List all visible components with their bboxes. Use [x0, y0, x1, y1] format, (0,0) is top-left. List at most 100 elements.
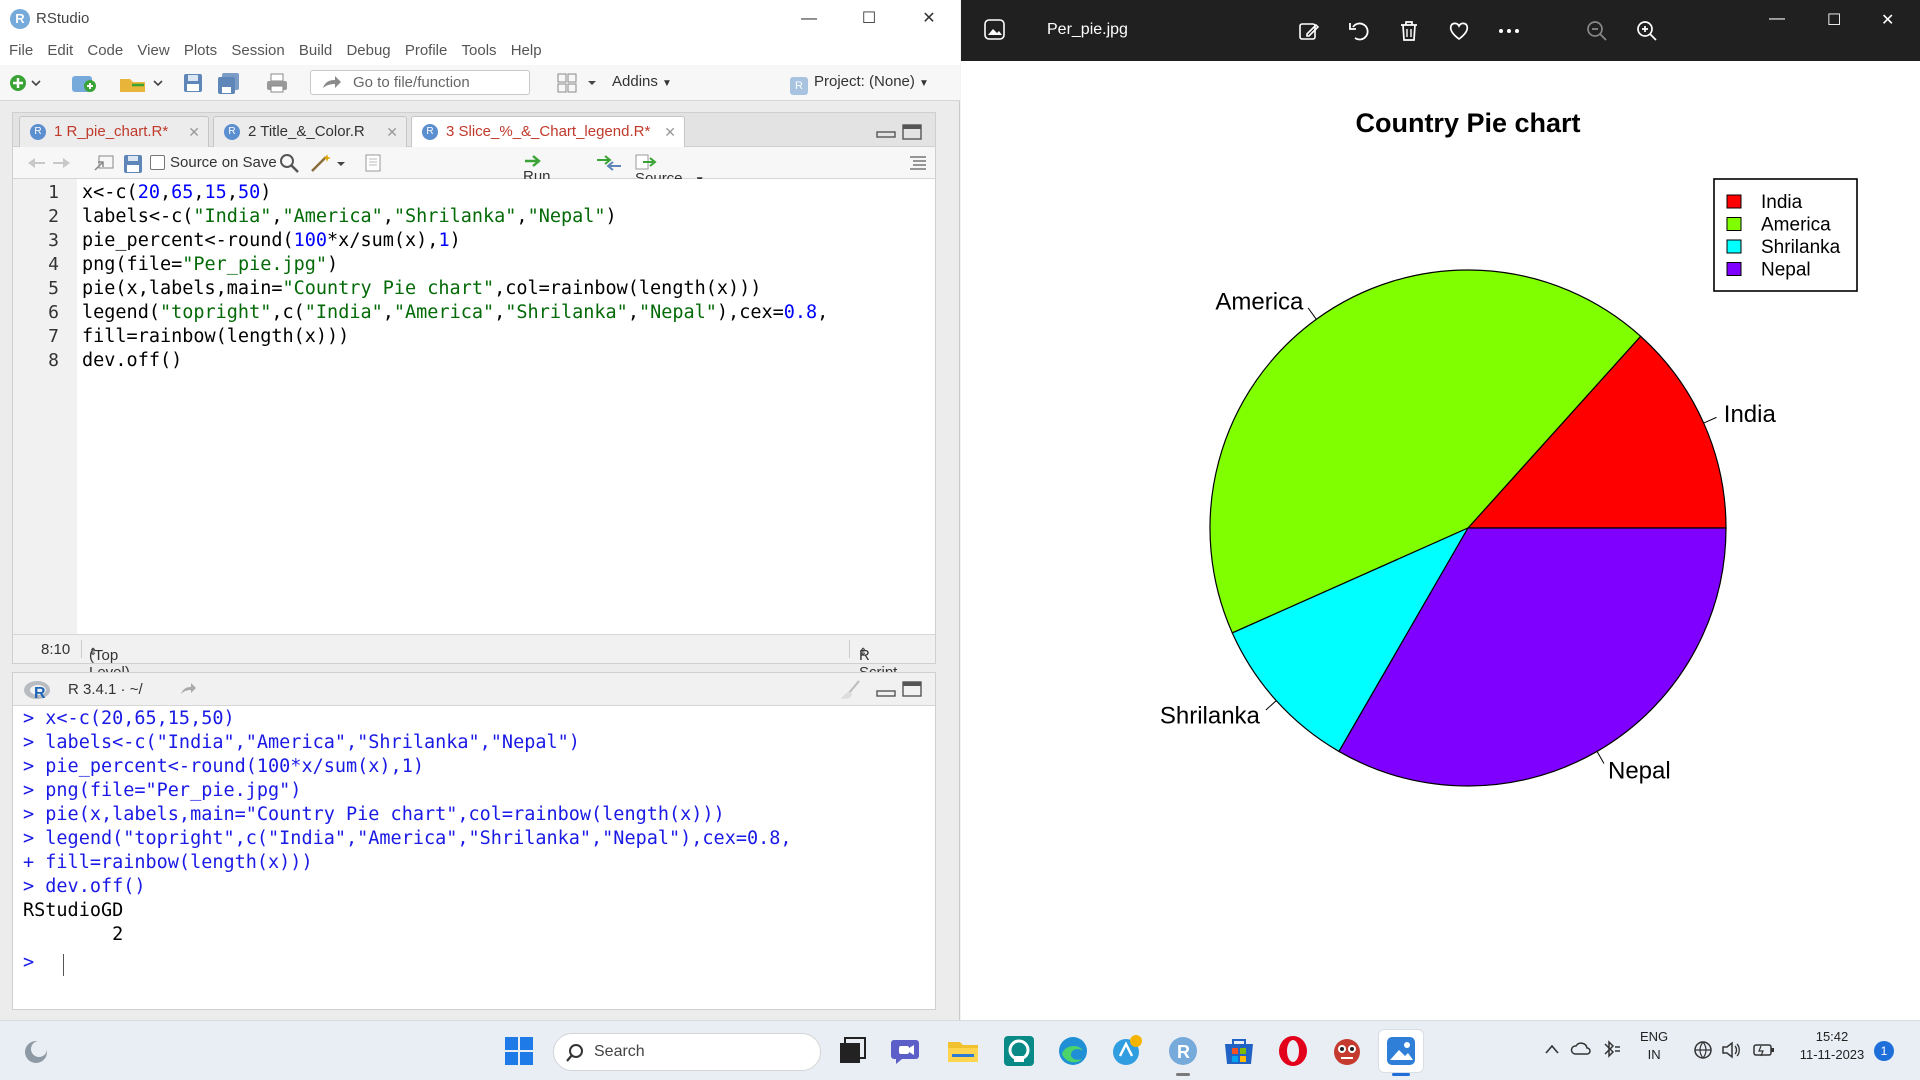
back-forward-icon[interactable] — [25, 155, 73, 171]
r-file-icon: R — [224, 124, 240, 140]
goto-file-function-input[interactable]: Go to file/function — [310, 70, 530, 95]
code-line: png(file="Per_pie.jpg") — [82, 254, 339, 275]
clear-console-broom-icon[interactable] — [837, 679, 865, 701]
game-app-icon[interactable] — [1330, 1034, 1364, 1068]
code-line: pie(x,labels,main="Country Pie chart",co… — [82, 278, 762, 299]
source-on-save-checkbox[interactable]: Source on Save — [150, 154, 277, 171]
line-number: 8 — [48, 350, 59, 371]
menu-view[interactable]: View — [137, 42, 169, 59]
favorite-heart-icon[interactable] — [1447, 19, 1471, 43]
main-toolbar: Go to file/function Addins ▼ R Project: (… — [0, 65, 960, 101]
opera-browser-icon[interactable] — [1276, 1034, 1310, 1068]
clock-date: 11-11-2023 — [1799, 1047, 1865, 1062]
menu-plots[interactable]: Plots — [184, 42, 217, 59]
menu-help[interactable]: Help — [511, 42, 542, 59]
menu-file[interactable]: File — [9, 42, 33, 59]
rotate-icon[interactable] — [1347, 19, 1371, 43]
addins-label: Addins — [612, 73, 658, 90]
maximize-button[interactable]: ☐ — [846, 0, 892, 38]
bluetooth-devices-icon[interactable] — [1600, 1039, 1622, 1059]
rstudio-taskbar-icon[interactable]: R — [1166, 1034, 1200, 1068]
volume-icon[interactable] — [1720, 1039, 1742, 1061]
code-editor[interactable]: 1 2 3 4 5 6 7 8 x<-c(20,65,15,50) labels… — [13, 179, 935, 634]
maximize-pane-icon[interactable] — [901, 680, 923, 698]
menu-bar: File Edit Code View Plots Session Build … — [0, 38, 960, 65]
rerun-icon[interactable] — [595, 155, 623, 171]
search-icon[interactable] — [279, 153, 301, 173]
console-line: > pie_percent<-round(100*x/sum(x),1) — [23, 756, 424, 777]
console-pane[interactable]: R R 3.4.1 · ~/ > x<-c(20,65,15,50) > lab… — [12, 672, 936, 1010]
battery-icon[interactable] — [1752, 1039, 1776, 1061]
close-button[interactable]: ✕ — [906, 0, 952, 38]
console-line: > dev.off() — [23, 876, 146, 897]
language-indicator[interactable]: ENG IN — [1640, 1029, 1668, 1062]
show-hidden-icons-chevron-icon[interactable] — [1544, 1043, 1560, 1055]
file-explorer-icon[interactable] — [946, 1034, 980, 1068]
menu-profile[interactable]: Profile — [405, 42, 448, 59]
menu-debug[interactable]: Debug — [346, 42, 390, 59]
python-app-icon[interactable] — [1110, 1034, 1144, 1068]
tab-slice-chart-legend[interactable]: R 3 Slice_%_&_Chart_legend.R* ✕ — [411, 116, 685, 148]
workspace-panes-icon[interactable] — [556, 72, 600, 94]
app-store-icon[interactable] — [1002, 1034, 1036, 1068]
minimize-pane-icon[interactable] — [875, 682, 897, 698]
more-options-icon[interactable] — [1497, 19, 1521, 43]
viewer-minimize-button[interactable]: — — [1769, 10, 1785, 28]
tab-title-color[interactable]: R 2 Title_&_Color.R ✕ — [213, 116, 407, 147]
network-globe-icon[interactable] — [1692, 1039, 1714, 1061]
save-file-icon[interactable] — [123, 154, 143, 174]
show-in-window-icon[interactable] — [93, 154, 115, 172]
edge-browser-icon[interactable] — [1056, 1034, 1090, 1068]
menu-code[interactable]: Code — [87, 42, 123, 59]
close-tab-icon[interactable]: ✕ — [386, 117, 398, 147]
zoom-out-icon[interactable] — [1585, 19, 1609, 43]
teams-chat-icon[interactable] — [890, 1034, 924, 1068]
print-icon[interactable] — [265, 72, 289, 94]
close-tab-icon[interactable]: ✕ — [664, 117, 676, 147]
go-to-directory-icon[interactable] — [179, 682, 197, 696]
menu-tools[interactable]: Tools — [462, 42, 497, 59]
svg-text:R: R — [34, 685, 46, 701]
task-view-icon[interactable] — [836, 1034, 870, 1068]
pie-chart: Country Pie chart IndiaAmericaShrilankaN… — [1160, 108, 1858, 787]
zoom-in-icon[interactable] — [1635, 19, 1659, 43]
ms-store-icon[interactable] — [1222, 1034, 1256, 1068]
addins-menu[interactable]: Addins ▼ — [612, 73, 672, 90]
code-tools-wand-icon[interactable] — [309, 153, 349, 173]
taskbar-search-box[interactable]: Search — [553, 1033, 821, 1071]
menu-edit[interactable]: Edit — [47, 42, 73, 59]
slice-label-tick — [1307, 307, 1317, 320]
minimize-button[interactable]: — — [786, 0, 832, 38]
line-number: 2 — [48, 206, 59, 227]
compile-report-icon[interactable] — [363, 154, 383, 172]
maximize-pane-icon[interactable] — [901, 123, 923, 141]
document-outline-icon[interactable] — [909, 155, 927, 171]
region-label: IN — [1647, 1047, 1661, 1062]
console-line: > png(file="Per_pie.jpg") — [23, 780, 302, 801]
save-all-icon[interactable] — [216, 72, 242, 94]
notification-badge[interactable]: 1 — [1874, 1041, 1894, 1061]
start-windows-icon[interactable] — [502, 1034, 536, 1068]
weather-widget-icon[interactable] — [22, 1039, 50, 1065]
new-project-icon[interactable] — [70, 72, 100, 94]
minimize-pane-icon[interactable] — [875, 123, 897, 139]
clock[interactable]: 15:42 11-11-2023 — [1792, 1029, 1872, 1062]
viewer-close-button[interactable]: ✕ — [1881, 10, 1894, 30]
save-icon[interactable] — [182, 72, 204, 94]
console-prompt[interactable]: > — [23, 952, 45, 973]
photos-taskbar-icon[interactable] — [1384, 1034, 1418, 1068]
viewer-maximize-button[interactable]: ☐ — [1827, 10, 1841, 30]
tab-r-pie-chart[interactable]: R 1 R_pie_chart.R* ✕ — [19, 116, 209, 147]
open-file-icon[interactable] — [118, 72, 164, 94]
menu-session[interactable]: Session — [231, 42, 284, 59]
close-tab-icon[interactable]: ✕ — [188, 117, 200, 147]
editor-tab-strip: R 1 R_pie_chart.R* ✕ R 2 Title_&_Color.R… — [13, 113, 935, 148]
search-icon — [566, 1044, 583, 1062]
menu-build[interactable]: Build — [299, 42, 332, 59]
onedrive-cloud-icon[interactable] — [1570, 1039, 1592, 1059]
console-line: > legend("topright",c("India","America",… — [23, 828, 792, 849]
new-file-icon[interactable] — [8, 72, 42, 94]
delete-icon[interactable] — [1397, 19, 1421, 43]
edit-image-icon[interactable] — [1297, 19, 1321, 43]
project-menu[interactable]: R Project: (None) ▼ — [790, 73, 929, 95]
